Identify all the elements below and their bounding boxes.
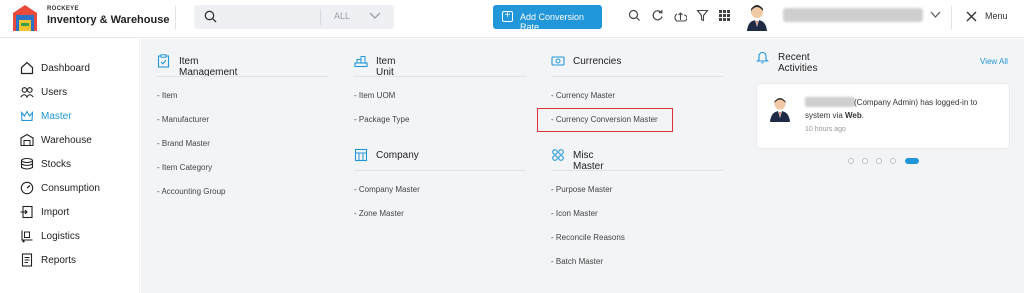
search-scope-select[interactable]: ALL	[334, 11, 350, 21]
sidebar-item-label: Warehouse	[41, 135, 92, 146]
top-header: ROCKEYE Inventory & Warehouse ALL + Add …	[0, 0, 1024, 38]
link-brand-master[interactable]: - Brand Master	[157, 139, 210, 148]
activity-channel: Web	[845, 111, 862, 120]
link-icon-master[interactable]: - Icon Master	[551, 209, 598, 218]
carousel-dot[interactable]	[876, 158, 882, 164]
menu-label: Menu	[985, 11, 1008, 21]
activity-user-redacted	[805, 97, 855, 107]
link-manufacturer[interactable]: - Manufacturer	[157, 115, 209, 124]
currency-exchange-icon	[551, 56, 565, 66]
view-all-link[interactable]: View All	[980, 57, 1008, 66]
search-bar[interactable]: ALL	[194, 5, 394, 29]
home-icon	[20, 61, 34, 75]
warehouse-icon	[20, 133, 34, 147]
sidebar-item-label: Import	[41, 207, 70, 218]
highlight-box	[537, 108, 673, 132]
carousel-dot[interactable]	[862, 158, 868, 164]
user-avatar[interactable]	[745, 3, 769, 31]
activity-channel-prefix: system via	[805, 111, 846, 120]
section-divider	[551, 170, 723, 171]
users-icon	[20, 87, 34, 99]
link-zone-master[interactable]: - Zone Master	[354, 209, 404, 218]
bell-icon	[756, 51, 769, 64]
sidebar-item-label: Users	[41, 87, 68, 98]
section-title: Item Management	[179, 56, 238, 78]
apps-grid-icon[interactable]	[718, 9, 731, 22]
master-mega-menu: Item Management - Item - Manufacturer - …	[141, 39, 1024, 293]
activity-channel-suffix: .	[861, 111, 864, 120]
filter-icon[interactable]	[696, 9, 709, 22]
scale-icon	[354, 56, 368, 68]
header-divider	[175, 6, 176, 30]
section-title: Currencies	[573, 56, 622, 67]
close-icon	[966, 11, 977, 22]
link-item-category[interactable]: - Item Category	[157, 163, 212, 172]
link-purpose-master[interactable]: - Purpose Master	[551, 185, 612, 194]
link-item[interactable]: - Item	[157, 91, 177, 100]
plus-icon: +	[502, 11, 513, 22]
chevron-down-icon[interactable]	[369, 12, 381, 20]
user-name-redacted[interactable]	[783, 8, 923, 22]
clipboard-check-icon	[157, 54, 170, 68]
search-icon[interactable]	[628, 9, 641, 22]
carousel-dot[interactable]	[848, 158, 854, 164]
brand-company: ROCKEYE	[47, 6, 79, 12]
section-title: Company	[376, 150, 419, 161]
carousel-dot[interactable]	[890, 158, 896, 164]
section-divider	[551, 76, 723, 77]
link-currency-master[interactable]: - Currency Master	[551, 91, 615, 100]
link-accounting-group[interactable]: - Accounting Group	[157, 187, 225, 196]
add-conversion-rate-button[interactable]: + Add Conversion Rate	[493, 5, 602, 32]
section-divider	[157, 76, 329, 77]
upload-icon[interactable]	[674, 9, 687, 22]
section-title: Item Unit	[376, 56, 396, 78]
sidebar-item-label: Dashboard	[41, 63, 90, 74]
search-icon	[204, 10, 217, 23]
crown-icon	[20, 110, 34, 122]
misc-grid-icon	[552, 149, 564, 161]
rockeye-logo	[13, 5, 37, 31]
stocks-icon	[20, 157, 34, 170]
sidebar: Dashboard Users Master Warehouse Stocks …	[0, 39, 140, 293]
activity-text: (Company Admin) has logged-in to	[854, 98, 978, 107]
section-divider	[354, 170, 526, 171]
section-divider	[354, 76, 526, 77]
menu-button[interactable]: Menu	[965, 10, 1008, 28]
import-icon	[20, 205, 33, 219]
activity-card: (Company Admin) has logged-in to system …	[756, 83, 1010, 149]
search-divider	[320, 9, 321, 25]
section-title: Misc Master	[573, 150, 604, 172]
sidebar-item-label: Logistics	[41, 231, 80, 242]
link-item-uom[interactable]: - Item UOM	[354, 91, 395, 100]
recent-activities-title: Recent Activities	[778, 52, 818, 74]
chevron-down-icon[interactable]	[930, 11, 941, 19]
refresh-icon[interactable]	[651, 9, 664, 22]
header-divider	[951, 6, 952, 30]
sidebar-item-label: Stocks	[41, 159, 72, 170]
add-conversion-rate-label: Add Conversion Rate	[520, 12, 585, 32]
brand-app-name: Inventory & Warehouse	[47, 14, 170, 26]
sidebar-item-label: Reports	[41, 255, 77, 266]
user-avatar	[770, 98, 790, 122]
link-batch-master[interactable]: - Batch Master	[551, 257, 603, 266]
gauge-icon	[20, 181, 34, 195]
company-building-icon	[354, 148, 368, 162]
link-company-master[interactable]: - Company Master	[354, 185, 420, 194]
carousel-dot-active[interactable]	[905, 158, 919, 164]
sidebar-item-label: Master	[41, 111, 72, 122]
sidebar-item-label: Consumption	[41, 183, 100, 194]
link-package-type[interactable]: - Package Type	[354, 115, 409, 124]
logistics-icon	[21, 230, 33, 243]
activity-text-line2: system via Web.	[805, 111, 864, 120]
reports-icon	[21, 253, 33, 267]
link-reconcile-reasons[interactable]: - Reconcile Reasons	[551, 233, 625, 242]
activity-time: 10 hours ago	[805, 126, 846, 133]
